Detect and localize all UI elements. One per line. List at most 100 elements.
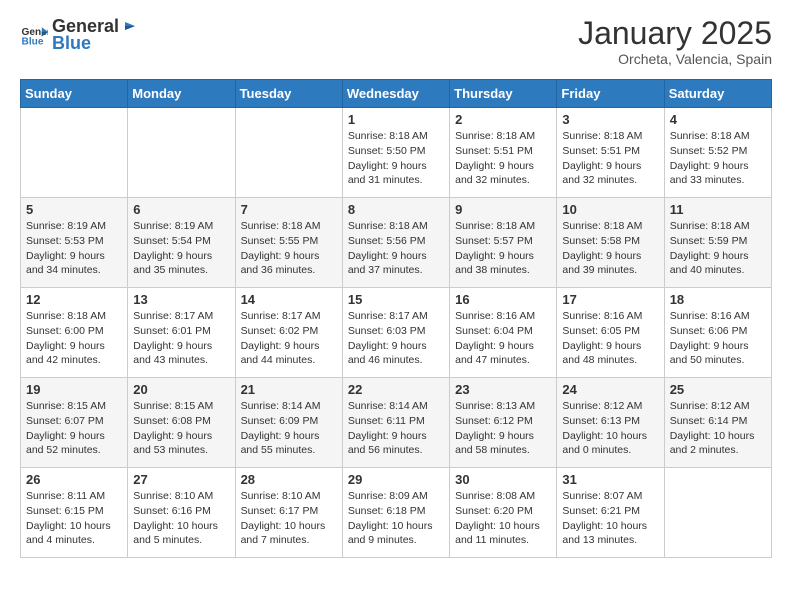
day-number: 20 [133,382,229,397]
day-info: Sunrise: 8:18 AM Sunset: 5:56 PM Dayligh… [348,219,444,278]
day-cell-1-0: 5 Sunrise: 8:19 AM Sunset: 5:53 PM Daylig… [21,198,128,288]
day-cell-2-5: 17Sunrise: 8:16 AM Sunset: 6:05 PM Dayli… [557,288,664,378]
title-block: January 2025 Orcheta, Valencia, Spain [578,16,772,67]
header-monday: Monday [128,80,235,108]
day-info: Sunrise: 8:18 AM Sunset: 5:59 PM Dayligh… [670,219,766,278]
day-info: Sunrise: 8:18 AM Sunset: 5:57 PM Dayligh… [455,219,551,278]
logo-arrow-icon [121,16,139,34]
header-friday: Friday [557,80,664,108]
day-cell-0-6: 4Sunrise: 8:18 AM Sunset: 5:52 PM Daylig… [664,108,771,198]
day-info: Sunrise: 8:18 AM Sunset: 5:50 PM Dayligh… [348,129,444,188]
day-info: Sunrise: 8:15 AM Sunset: 6:08 PM Dayligh… [133,399,229,458]
week-row-2: 12 Sunrise: 8:18 AM Sunset: 6:00 PM Dayli… [21,288,772,378]
day-number: 19 [26,382,122,397]
day-cell-0-1 [128,108,235,198]
day-info: Sunrise: 8:14 AM Sunset: 6:11 PM Dayligh… [348,399,444,458]
header: General Blue General Blue January 2025 O… [20,16,772,67]
day-number: 6 [133,202,229,217]
day-info: Sunrise: 8:16 AM Sunset: 6:06 PM Dayligh… [670,309,766,368]
location-text: Orcheta, Valencia, Spain [578,51,772,67]
day-number: 2 [455,112,551,127]
day-number: 24 [562,382,658,397]
day-cell-2-1: 13Sunrise: 8:17 AM Sunset: 6:01 PM Dayli… [128,288,235,378]
weekday-header-row: Sunday Monday Tuesday Wednesday Thursday… [21,80,772,108]
header-saturday: Saturday [664,80,771,108]
week-row-3: 19Sunrise: 8:15 AM Sunset: 6:07 PM Dayli… [21,378,772,468]
week-row-0: 1 Sunrise: 8:18 AM Sunset: 5:50 PM Daylig… [21,108,772,198]
day-cell-4-3: 29 Sunrise: 8:09 AM Sunset: 6:18 PM Dayli… [342,468,449,558]
header-sunday: Sunday [21,80,128,108]
day-number: 1 [348,112,444,127]
day-cell-3-0: 19Sunrise: 8:15 AM Sunset: 6:07 PM Dayli… [21,378,128,468]
day-cell-2-2: 14 Sunrise: 8:17 AM Sunset: 6:02 PM Dayli… [235,288,342,378]
day-info: Sunrise: 8:17 AM Sunset: 6:02 PM Dayligh… [241,309,337,368]
header-thursday: Thursday [450,80,557,108]
day-info: Sunrise: 8:12 AM Sunset: 6:14 PM Dayligh… [670,399,766,458]
day-number: 28 [241,472,337,487]
day-number: 17 [562,292,658,307]
day-number: 3 [562,112,658,127]
day-info: Sunrise: 8:14 AM Sunset: 6:09 PM Dayligh… [241,399,337,458]
day-cell-3-6: 25 Sunrise: 8:12 AM Sunset: 6:14 PM Dayli… [664,378,771,468]
day-number: 4 [670,112,766,127]
day-cell-1-4: 9 Sunrise: 8:18 AM Sunset: 5:57 PM Daylig… [450,198,557,288]
day-cell-1-3: 8 Sunrise: 8:18 AM Sunset: 5:56 PM Daylig… [342,198,449,288]
day-info: Sunrise: 8:09 AM Sunset: 6:18 PM Dayligh… [348,489,444,548]
day-info: Sunrise: 8:18 AM Sunset: 5:55 PM Dayligh… [241,219,337,278]
day-cell-2-0: 12 Sunrise: 8:18 AM Sunset: 6:00 PM Dayli… [21,288,128,378]
day-info: Sunrise: 8:17 AM Sunset: 6:01 PM Dayligh… [133,309,229,368]
day-info: Sunrise: 8:07 AM Sunset: 6:21 PM Dayligh… [562,489,658,548]
day-cell-0-4: 2Sunrise: 8:18 AM Sunset: 5:51 PM Daylig… [450,108,557,198]
calendar-table: Sunday Monday Tuesday Wednesday Thursday… [20,79,772,558]
day-number: 21 [241,382,337,397]
day-number: 16 [455,292,551,307]
day-info: Sunrise: 8:18 AM Sunset: 5:58 PM Dayligh… [562,219,658,278]
day-number: 11 [670,202,766,217]
day-cell-3-1: 20 Sunrise: 8:15 AM Sunset: 6:08 PM Dayli… [128,378,235,468]
month-title: January 2025 [578,16,772,51]
day-cell-2-4: 16 Sunrise: 8:16 AM Sunset: 6:04 PM Dayli… [450,288,557,378]
day-info: Sunrise: 8:18 AM Sunset: 5:51 PM Dayligh… [562,129,658,188]
day-number: 9 [455,202,551,217]
day-number: 5 [26,202,122,217]
logo-icon: General Blue [20,21,48,49]
day-number: 29 [348,472,444,487]
logo: General Blue General Blue [20,16,139,54]
day-cell-4-6 [664,468,771,558]
day-number: 12 [26,292,122,307]
day-cell-1-6: 11 Sunrise: 8:18 AM Sunset: 5:59 PM Dayli… [664,198,771,288]
day-number: 14 [241,292,337,307]
day-cell-0-5: 3 Sunrise: 8:18 AM Sunset: 5:51 PM Daylig… [557,108,664,198]
day-cell-1-5: 10 Sunrise: 8:18 AM Sunset: 5:58 PM Dayli… [557,198,664,288]
day-number: 8 [348,202,444,217]
day-cell-1-1: 6Sunrise: 8:19 AM Sunset: 5:54 PM Daylig… [128,198,235,288]
day-number: 10 [562,202,658,217]
day-info: Sunrise: 8:13 AM Sunset: 6:12 PM Dayligh… [455,399,551,458]
day-info: Sunrise: 8:16 AM Sunset: 6:04 PM Dayligh… [455,309,551,368]
header-wednesday: Wednesday [342,80,449,108]
day-info: Sunrise: 8:17 AM Sunset: 6:03 PM Dayligh… [348,309,444,368]
day-number: 26 [26,472,122,487]
week-row-4: 26Sunrise: 8:11 AM Sunset: 6:15 PM Dayli… [21,468,772,558]
day-number: 31 [562,472,658,487]
day-cell-4-5: 31 Sunrise: 8:07 AM Sunset: 6:21 PM Dayli… [557,468,664,558]
day-cell-0-0 [21,108,128,198]
day-cell-4-0: 26Sunrise: 8:11 AM Sunset: 6:15 PM Dayli… [21,468,128,558]
day-number: 25 [670,382,766,397]
day-info: Sunrise: 8:08 AM Sunset: 6:20 PM Dayligh… [455,489,551,548]
day-info: Sunrise: 8:12 AM Sunset: 6:13 PM Dayligh… [562,399,658,458]
day-info: Sunrise: 8:18 AM Sunset: 6:00 PM Dayligh… [26,309,122,368]
day-number: 23 [455,382,551,397]
day-cell-4-4: 30Sunrise: 8:08 AM Sunset: 6:20 PM Dayli… [450,468,557,558]
day-cell-2-3: 15 Sunrise: 8:17 AM Sunset: 6:03 PM Dayli… [342,288,449,378]
day-number: 15 [348,292,444,307]
svg-text:Blue: Blue [22,36,44,47]
day-cell-3-4: 23 Sunrise: 8:13 AM Sunset: 6:12 PM Dayli… [450,378,557,468]
day-cell-2-6: 18Sunrise: 8:16 AM Sunset: 6:06 PM Dayli… [664,288,771,378]
day-info: Sunrise: 8:10 AM Sunset: 6:17 PM Dayligh… [241,489,337,548]
day-cell-3-5: 24 Sunrise: 8:12 AM Sunset: 6:13 PM Dayli… [557,378,664,468]
day-cell-0-2 [235,108,342,198]
header-tuesday: Tuesday [235,80,342,108]
day-cell-4-2: 28 Sunrise: 8:10 AM Sunset: 6:17 PM Dayli… [235,468,342,558]
day-info: Sunrise: 8:19 AM Sunset: 5:53 PM Dayligh… [26,219,122,278]
